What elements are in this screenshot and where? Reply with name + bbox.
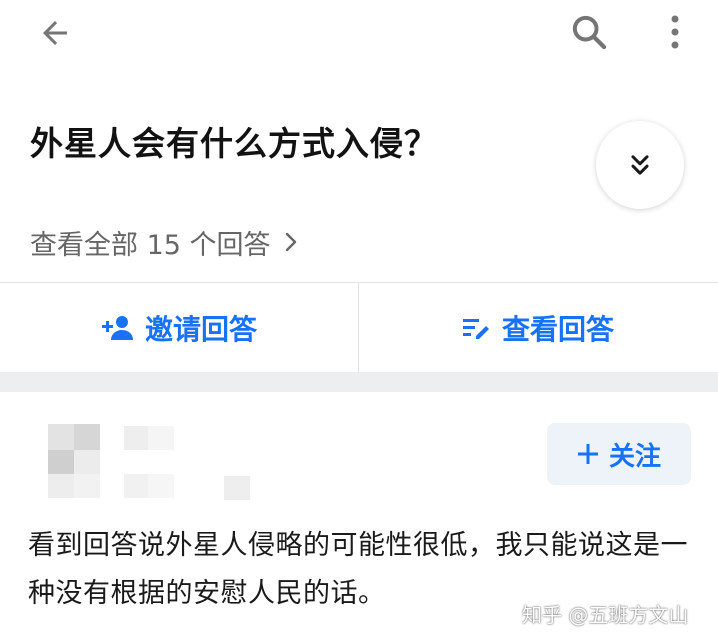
follow-label: 关注 <box>608 441 661 472</box>
invite-answer-label: 邀请回答 <box>144 312 257 346</box>
avatar[interactable] <box>48 424 100 498</box>
view-all-label: 查看全部 15 个回答 <box>30 229 271 261</box>
chevron-right-icon <box>283 230 299 254</box>
watermark: 知乎 @五班方文山 <box>522 602 689 627</box>
question-actions: 邀请回答 查看回答 <box>0 283 718 372</box>
view-answers-button[interactable]: 查看回答 <box>359 283 717 372</box>
view-answers-label: 查看回答 <box>501 312 614 346</box>
double-chevron-down-icon <box>631 155 649 175</box>
search-icon <box>572 15 607 50</box>
plus-icon <box>577 443 599 465</box>
view-all-answers-link[interactable]: 查看全部 15 个回答 <box>30 220 299 264</box>
expand-question-button[interactable] <box>596 121 684 209</box>
section-gap <box>0 372 718 392</box>
invite-answer-button[interactable]: 邀请回答 <box>0 283 358 372</box>
question-title: 外星人会有什么方式入侵？ <box>30 124 438 163</box>
edit-list-icon <box>462 316 492 340</box>
back-button[interactable] <box>30 12 80 54</box>
follow-button[interactable]: 关注 <box>547 423 691 485</box>
top-bar <box>0 0 718 64</box>
add-person-icon <box>101 314 135 342</box>
author-name-blurred[interactable] <box>124 424 252 500</box>
more-vertical-icon <box>671 15 679 49</box>
search-button[interactable] <box>564 10 614 54</box>
more-options-button[interactable] <box>652 10 698 54</box>
arrow-left-icon <box>43 21 67 45</box>
